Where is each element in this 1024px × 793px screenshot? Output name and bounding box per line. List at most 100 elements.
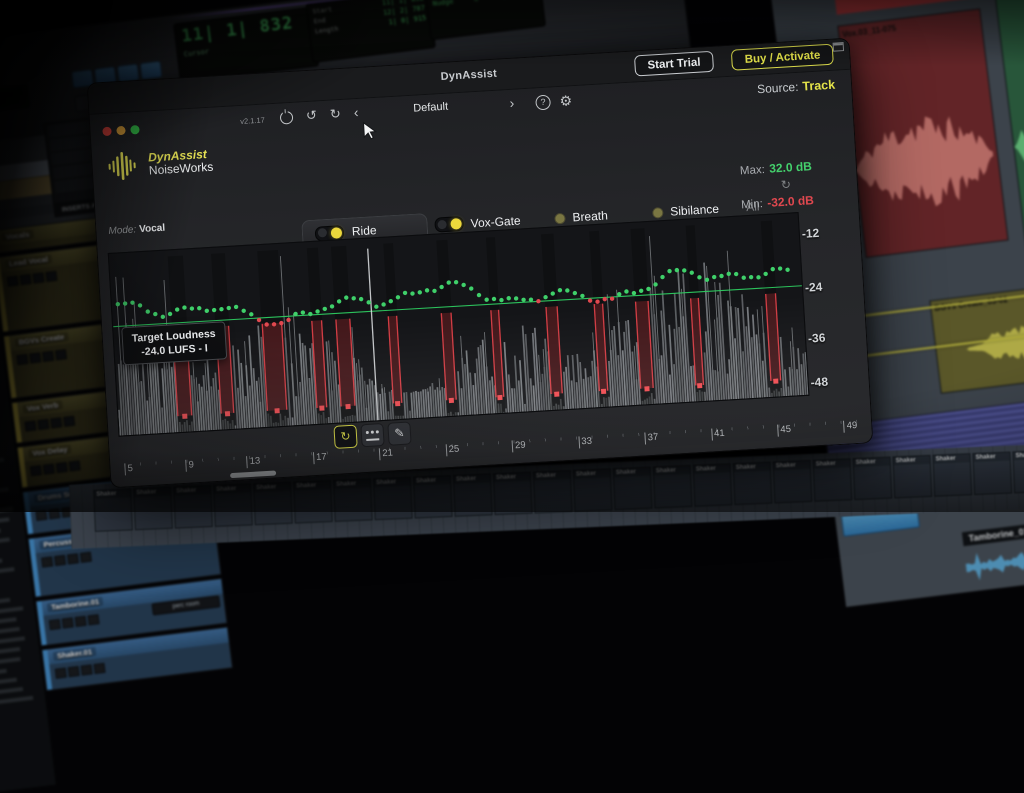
redo-icon[interactable]: ↻ (329, 106, 341, 123)
zoom-icon[interactable] (130, 125, 140, 135)
track-name-bar (0, 647, 20, 655)
shaker-clip[interactable]: Shaker (653, 465, 693, 509)
shaker-clip[interactable]: Shaker (533, 470, 573, 514)
shaker-clip[interactable]: Shaker (893, 455, 933, 499)
power-bypass-icon[interactable] (280, 111, 294, 125)
track-mini-button[interactable] (45, 271, 57, 282)
help-icon[interactable]: ? (535, 95, 551, 111)
breath-indicator-icon (554, 212, 566, 224)
clip-bgvs[interactable]: BGVs Create_03-02 (929, 264, 1024, 394)
track-mini-button[interactable] (43, 464, 55, 475)
shaker-clip[interactable]: Shaker (373, 477, 413, 521)
window-traffic-lights[interactable] (102, 121, 145, 141)
track-mini-button[interactable] (50, 417, 62, 428)
transport-controls[interactable]: ↻ ▮◀ ◀◀ ▶▶ ▶▮ (535, 0, 709, 5)
track-mini-button[interactable] (93, 663, 105, 674)
track-mini-button[interactable] (55, 349, 67, 360)
shaker-clip[interactable]: Shaker (813, 458, 853, 502)
shaker-clip[interactable]: Shaker (493, 472, 533, 516)
source-row[interactable]: Source:Track (757, 78, 836, 97)
brand-company: NoiseWorks (149, 161, 214, 178)
track-mini-button[interactable] (29, 352, 41, 363)
track-list-item[interactable] (0, 693, 42, 708)
shaker-clip[interactable]: Shaker (853, 457, 893, 501)
track-mini-button[interactable] (54, 555, 66, 566)
shaker-clip[interactable]: Shaker (613, 467, 653, 511)
clip-label: Shaker (214, 484, 250, 494)
selection-display: Start11| 1| 832 End12| 2| 787 Length1| 0… (306, 0, 436, 63)
clip-vox-red[interactable]: Vox.03_11-075 (837, 8, 1008, 258)
track-mini-button[interactable] (32, 272, 44, 283)
shaker-clip[interactable]: Shaker (573, 468, 613, 512)
start-trial-button[interactable]: Start Trial (634, 51, 714, 77)
scrollbar-handle[interactable] (230, 470, 276, 478)
preset-name[interactable]: Default (385, 99, 476, 116)
edit-pencil-button[interactable]: ✎ (387, 421, 411, 445)
target-loudness-tooltip: Target Loudness -24.0 LUFS - I (121, 321, 227, 365)
track-mini-button[interactable] (35, 510, 47, 521)
noiseworks-logo-icon (106, 150, 142, 182)
undo-icon[interactable]: ↺ (306, 107, 318, 124)
shaker-clip[interactable]: Shaker (693, 463, 733, 507)
track-mini-button[interactable] (81, 664, 93, 675)
shaker-clip[interactable]: Shaker (773, 460, 813, 504)
minimize-icon[interactable] (116, 126, 126, 136)
shaker-clip[interactable]: Shaker (453, 473, 493, 517)
track-mini-button[interactable] (7, 276, 19, 287)
shaker-clip[interactable]: Shaker (293, 480, 333, 524)
clip-label: Shaker (174, 486, 210, 496)
track-mini-button[interactable] (20, 274, 32, 285)
grid-nudge-display: ♪0| 0| 240 Nudge♫0| 0| 160 (424, 0, 546, 40)
track-mini-button[interactable] (48, 508, 60, 519)
ruler-number: 33 (578, 436, 592, 449)
track-mini-button[interactable] (16, 354, 28, 365)
shaker-clip[interactable]: Shaker (932, 453, 972, 497)
track-mini-button[interactable] (55, 668, 67, 679)
grab-tool-icon[interactable] (140, 60, 163, 79)
track-mini-button[interactable] (69, 460, 81, 471)
shaker-clip[interactable]: Shaker (733, 462, 773, 506)
track-name-bar (0, 559, 2, 567)
source-label: Source: (757, 80, 799, 96)
shaker-clip[interactable]: Shaker (333, 478, 373, 522)
prev-preset-icon[interactable]: ‹ (353, 104, 359, 120)
track-mini-button[interactable] (56, 462, 68, 473)
track-mini-button[interactable] (67, 553, 79, 564)
track-mini-button[interactable] (68, 666, 80, 677)
shaker-clip[interactable]: Shaker (93, 488, 133, 532)
buy-activate-button[interactable]: Buy / Activate (731, 44, 834, 71)
next-preset-icon[interactable]: › (509, 95, 515, 111)
track-mini-button[interactable] (87, 614, 99, 625)
track-mini-button[interactable] (42, 351, 54, 362)
clip-label: Shaker (774, 461, 810, 471)
shaker-clip[interactable]: Shaker (253, 482, 293, 526)
clip-label: Shaker (494, 473, 530, 483)
vox-gate-toggle[interactable] (434, 216, 464, 233)
track-mini-button[interactable] (30, 465, 42, 476)
shaker-clip[interactable]: Shaker (133, 487, 173, 531)
clip-label: Shaker (374, 478, 410, 488)
clip-label: Shaker (894, 456, 930, 466)
auto-refresh-button[interactable]: ↻ (333, 425, 357, 449)
track-name-bar (0, 678, 17, 686)
clip-label: Shaker (574, 469, 610, 479)
shaker-clip[interactable]: Shaker (972, 452, 1012, 496)
close-icon[interactable] (102, 127, 112, 137)
track-mini-button[interactable] (41, 556, 53, 567)
track-mini-button[interactable] (75, 616, 87, 627)
window-options-icon[interactable] (833, 42, 845, 52)
ruler-number: 37 (644, 432, 658, 445)
clip-tamborine-label[interactable]: Tamborine_01-27 (962, 522, 1024, 546)
track-mini-button[interactable] (24, 420, 36, 431)
shaker-clip[interactable]: Shaker (1012, 450, 1024, 494)
gear-icon[interactable]: ⚙ (559, 92, 572, 109)
track-mini-button[interactable] (63, 416, 75, 427)
track-mini-button[interactable] (62, 617, 74, 628)
shaker-clip[interactable]: Shaker (173, 485, 213, 529)
ruler-number: 45 (777, 424, 791, 437)
shaker-clip[interactable]: Shaker (213, 483, 253, 527)
selection-mode-button[interactable] (360, 423, 384, 447)
ride-label: Ride (351, 223, 376, 238)
track-mini-button[interactable] (37, 419, 49, 430)
track-mini-button[interactable] (49, 619, 61, 630)
